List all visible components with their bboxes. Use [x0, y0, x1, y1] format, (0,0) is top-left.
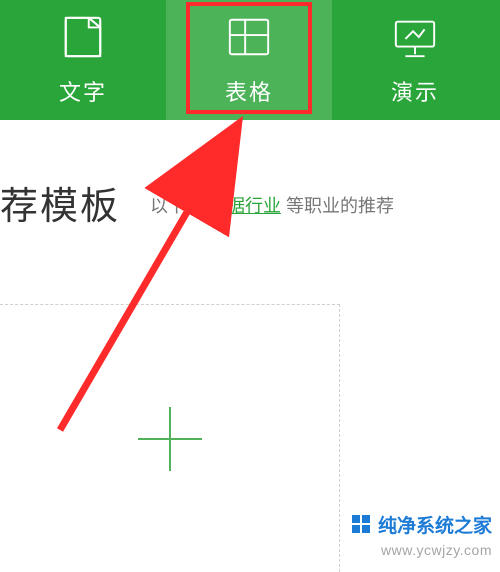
top-tabbar: 文字 表格 演示: [0, 0, 500, 120]
doc-icon: [60, 14, 106, 65]
tab-presenter[interactable]: 演示: [332, 0, 498, 120]
grid-icon: [226, 14, 272, 65]
tab-sheet[interactable]: 表格: [166, 0, 332, 120]
page-title: 荐模板: [0, 175, 120, 230]
watermark-brand: 纯净系统之家: [352, 511, 492, 538]
brand-logo-icon: [352, 515, 372, 535]
plus-icon: [138, 407, 202, 471]
screen-icon: [392, 14, 438, 65]
industry-link[interactable]: 根据行业: [209, 196, 281, 216]
tab-writer-label: 文字: [59, 75, 107, 107]
tab-presenter-label: 演示: [391, 75, 439, 107]
new-blank-card[interactable]: [0, 304, 340, 572]
tab-writer[interactable]: 文字: [0, 0, 166, 120]
watermark-url: www.ycwjzy.com: [381, 542, 492, 558]
tab-sheet-label: 表格: [225, 75, 273, 107]
subtitle-prefix: 以下是: [150, 196, 209, 216]
subtitle-suffix: 等职业的推荐: [281, 196, 394, 216]
subtitle: 以下是 根据行业 等职业的推荐: [150, 192, 394, 218]
